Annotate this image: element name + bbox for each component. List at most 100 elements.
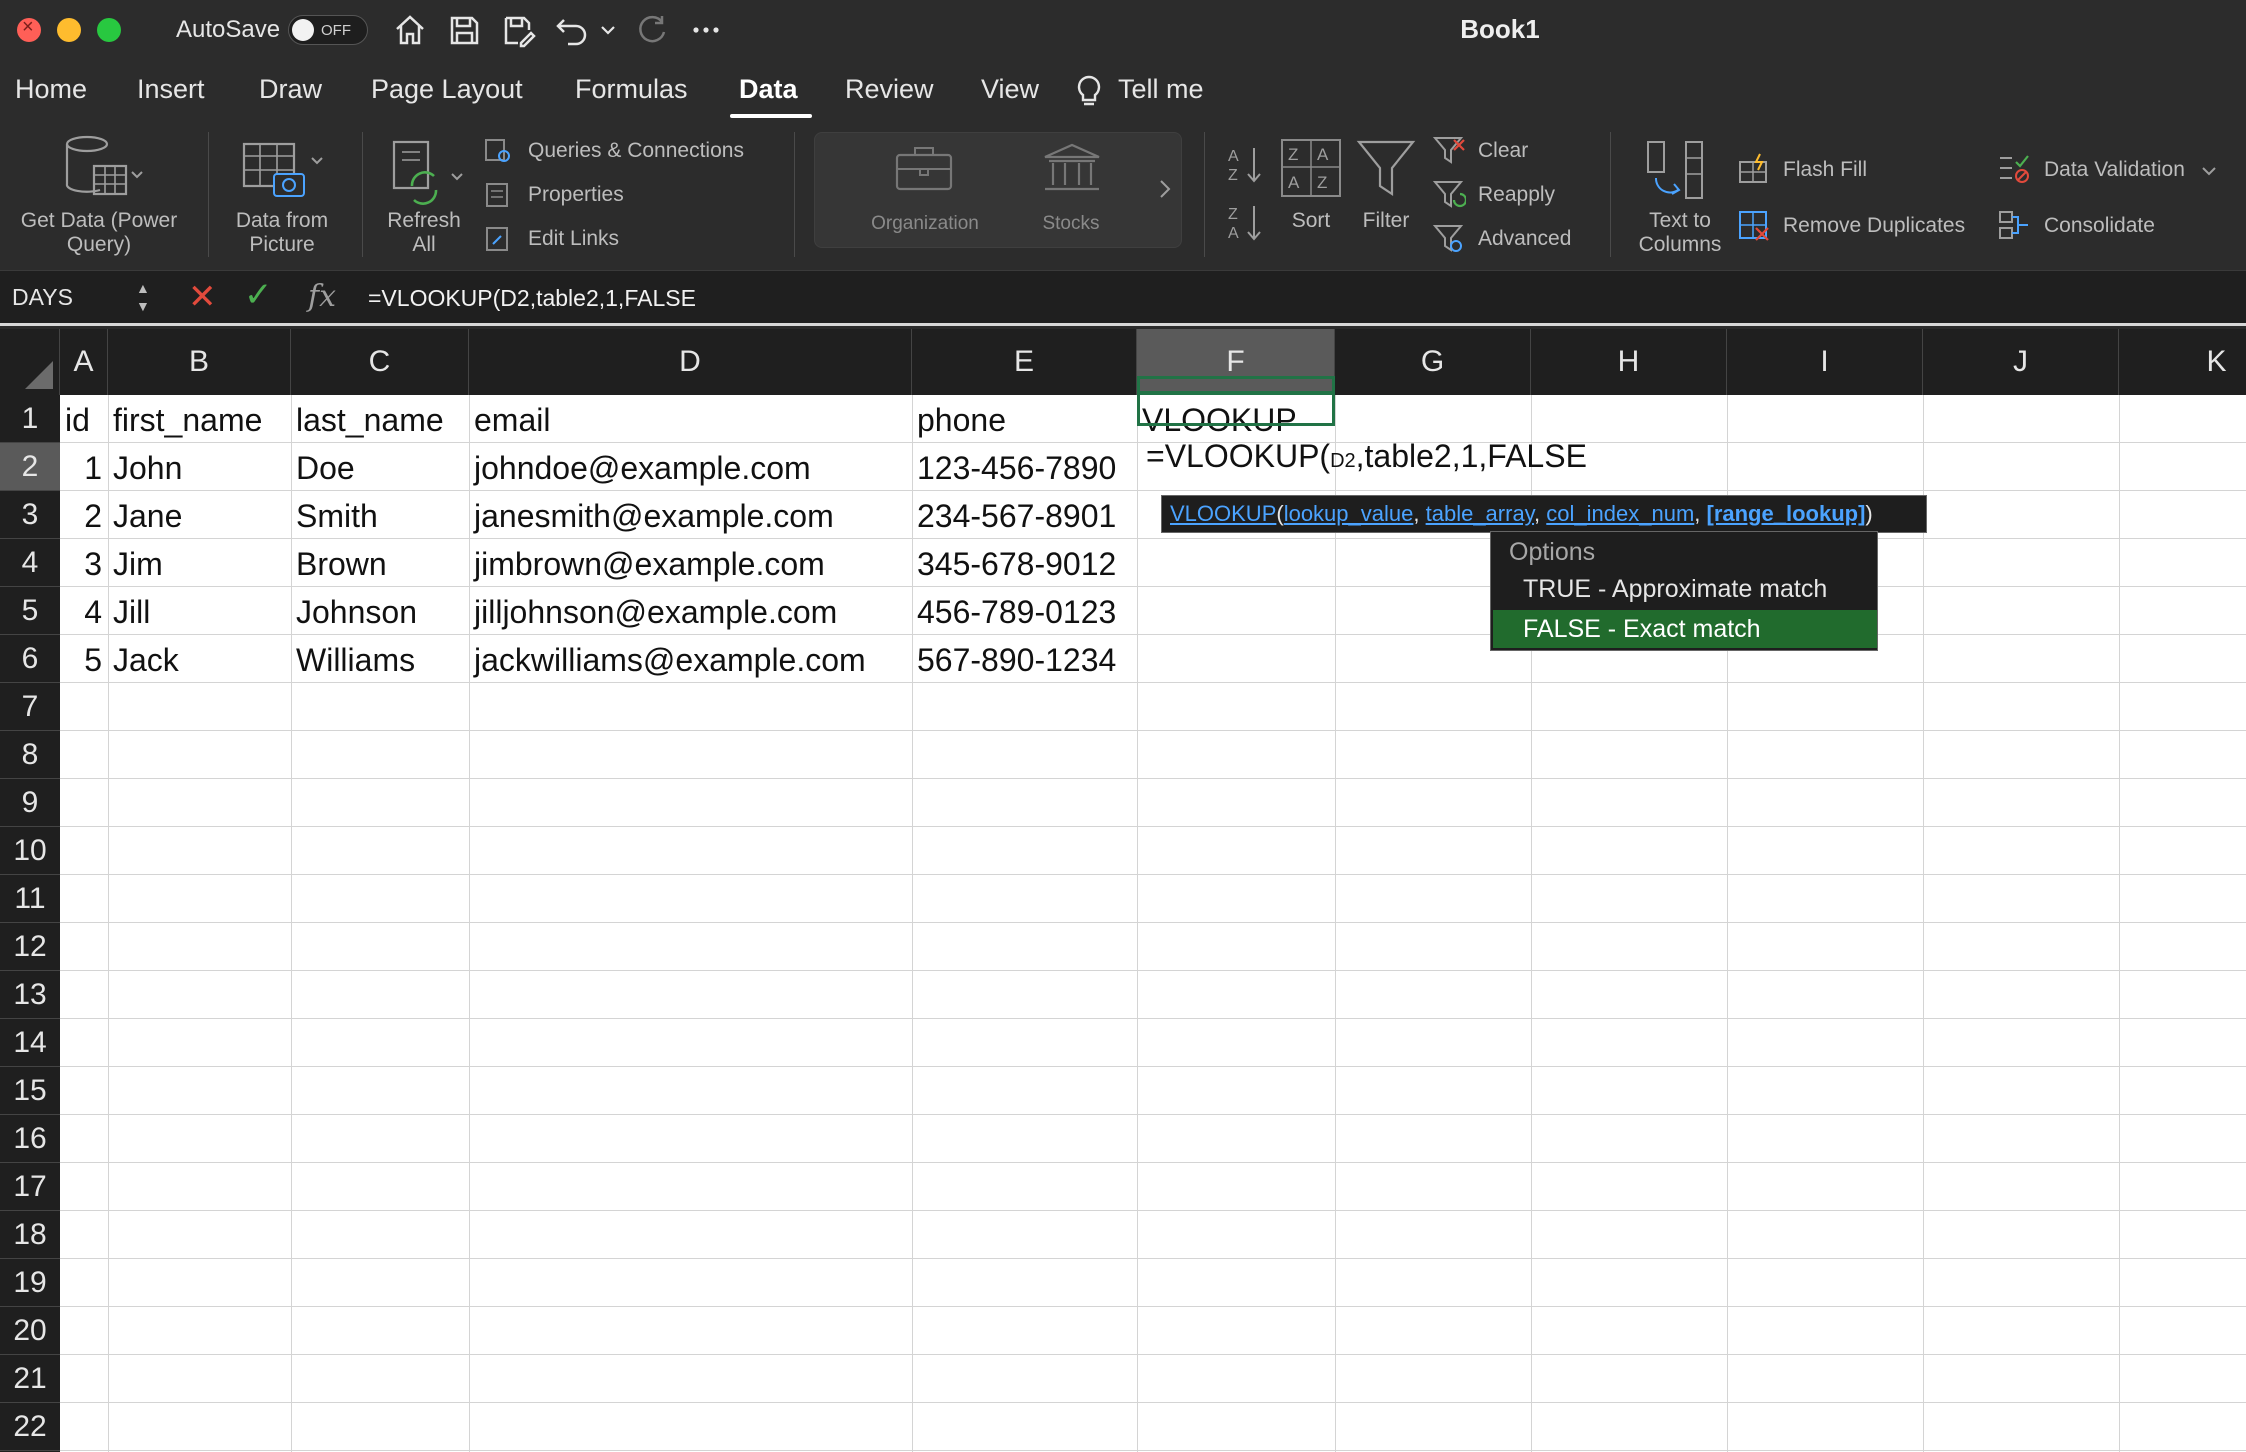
sort-ascending-icon[interactable]: AZ bbox=[1226, 144, 1266, 186]
cell-e1[interactable]: phone bbox=[912, 395, 1137, 443]
row-header-14[interactable]: 14 bbox=[0, 1019, 60, 1067]
row-header-16[interactable]: 16 bbox=[0, 1115, 60, 1163]
column-header-i[interactable]: I bbox=[1727, 329, 1923, 395]
row-header-13[interactable]: 13 bbox=[0, 971, 60, 1019]
properties-button[interactable]: Properties bbox=[528, 183, 624, 207]
cell-e2[interactable]: 123-456-7890 bbox=[912, 443, 1137, 491]
tell-me-search[interactable]: Tell me bbox=[1118, 74, 1204, 105]
row-header-7[interactable]: 7 bbox=[0, 683, 60, 731]
cell-c3[interactable]: Smith bbox=[291, 491, 469, 539]
chevron-right-icon[interactable] bbox=[1157, 177, 1173, 201]
zoom-window-button[interactable] bbox=[97, 18, 121, 42]
row-header-19[interactable]: 19 bbox=[0, 1259, 60, 1307]
tab-page-layout[interactable]: Page Layout bbox=[371, 74, 523, 105]
column-header-e[interactable]: E bbox=[912, 329, 1137, 395]
cell-area[interactable]: id first_name last_name email phone VLOO… bbox=[60, 395, 2246, 1452]
minimize-window-button[interactable] bbox=[57, 18, 81, 42]
save-icon[interactable] bbox=[446, 12, 482, 48]
consolidate-button[interactable]: Consolidate bbox=[2044, 214, 2155, 238]
tab-review[interactable]: Review bbox=[845, 74, 934, 105]
column-header-a[interactable]: A bbox=[60, 329, 108, 395]
sort-descending-icon[interactable]: ZA bbox=[1226, 202, 1266, 244]
row-header-6[interactable]: 6 bbox=[0, 635, 60, 683]
option-false-exact[interactable]: FALSE - Exact match bbox=[1493, 610, 1877, 648]
clear-button[interactable]: Clear bbox=[1478, 139, 1528, 163]
cell-b6[interactable]: Jack bbox=[108, 635, 291, 683]
tab-view[interactable]: View bbox=[981, 74, 1039, 105]
cell-d1[interactable]: email bbox=[469, 395, 912, 443]
column-header-d[interactable]: D bbox=[469, 329, 912, 395]
home-icon[interactable] bbox=[392, 12, 428, 48]
row-header-8[interactable]: 8 bbox=[0, 731, 60, 779]
cell-e6[interactable]: 567-890-1234 bbox=[912, 635, 1137, 683]
reapply-button[interactable]: Reapply bbox=[1478, 183, 1555, 207]
tooltip-arg-lookup-value[interactable]: lookup_value bbox=[1284, 501, 1414, 526]
row-header-20[interactable]: 20 bbox=[0, 1307, 60, 1355]
close-window-button[interactable] bbox=[17, 16, 41, 42]
redo-icon[interactable] bbox=[634, 12, 670, 48]
cell-c5[interactable]: Johnson bbox=[291, 587, 469, 635]
data-validation-button[interactable]: Data Validation bbox=[2044, 158, 2185, 182]
cell-c4[interactable]: Brown bbox=[291, 539, 469, 587]
tab-insert[interactable]: Insert bbox=[137, 74, 205, 105]
column-header-h[interactable]: H bbox=[1531, 329, 1727, 395]
cell-a5[interactable]: 4 bbox=[60, 587, 108, 635]
row-header-3[interactable]: 3 bbox=[0, 491, 60, 539]
column-header-c[interactable]: C bbox=[291, 329, 469, 395]
column-header-g[interactable]: G bbox=[1335, 329, 1531, 395]
tab-data[interactable]: Data bbox=[739, 74, 798, 105]
row-header-21[interactable]: 21 bbox=[0, 1355, 60, 1403]
flash-fill-button[interactable]: Flash Fill bbox=[1783, 158, 1867, 182]
undo-dropdown-icon[interactable] bbox=[598, 12, 618, 48]
cell-b4[interactable]: Jim bbox=[108, 539, 291, 587]
row-header-15[interactable]: 15 bbox=[0, 1067, 60, 1115]
cell-d3[interactable]: janesmith@example.com bbox=[469, 491, 912, 539]
data-validation-dropdown-icon[interactable] bbox=[2200, 162, 2218, 180]
column-header-k[interactable]: K bbox=[2119, 329, 2246, 395]
cell-c2[interactable]: Doe bbox=[291, 443, 469, 491]
edit-links-button[interactable]: Edit Links bbox=[528, 227, 619, 251]
column-header-b[interactable]: B bbox=[108, 329, 291, 395]
cell-b1[interactable]: first_name bbox=[108, 395, 291, 443]
select-all-button[interactable] bbox=[0, 329, 60, 395]
tab-draw[interactable]: Draw bbox=[259, 74, 322, 105]
active-cell-f2[interactable] bbox=[1137, 376, 1335, 426]
tab-formulas[interactable]: Formulas bbox=[575, 74, 688, 105]
column-header-j[interactable]: J bbox=[1923, 329, 2119, 395]
cell-a3[interactable]: 2 bbox=[60, 491, 108, 539]
formula-input[interactable]: =VLOOKUP(D2,table2,1,FALSE bbox=[368, 285, 696, 312]
row-header-9[interactable]: 9 bbox=[0, 779, 60, 827]
tooltip-arg-range-lookup[interactable]: [range_lookup] bbox=[1707, 501, 1866, 526]
option-true-approximate[interactable]: TRUE - Approximate match bbox=[1493, 570, 1877, 608]
row-header-5[interactable]: 5 bbox=[0, 587, 60, 635]
cell-a6[interactable]: 5 bbox=[60, 635, 108, 683]
row-header-18[interactable]: 18 bbox=[0, 1211, 60, 1259]
cell-d6[interactable]: jackwilliams@example.com bbox=[469, 635, 912, 683]
row-header-22[interactable]: 22 bbox=[0, 1403, 60, 1451]
row-header-17[interactable]: 17 bbox=[0, 1163, 60, 1211]
row-header-12[interactable]: 12 bbox=[0, 923, 60, 971]
row-header-1[interactable]: 1 bbox=[0, 395, 60, 443]
cell-e3[interactable]: 234-567-8901 bbox=[912, 491, 1137, 539]
cell-e5[interactable]: 456-789-0123 bbox=[912, 587, 1137, 635]
advanced-button[interactable]: Advanced bbox=[1478, 227, 1571, 251]
cell-d2[interactable]: johndoe@example.com bbox=[469, 443, 912, 491]
more-icon[interactable] bbox=[688, 12, 724, 48]
cell-d4[interactable]: jimbrown@example.com bbox=[469, 539, 912, 587]
row-header-2[interactable]: 2 bbox=[0, 443, 60, 491]
cancel-formula-icon[interactable]: ✕ bbox=[188, 277, 217, 317]
tooltip-arg-col-index-num[interactable]: col_index_num bbox=[1546, 501, 1694, 526]
confirm-formula-icon[interactable]: ✓ bbox=[244, 275, 273, 315]
undo-icon[interactable] bbox=[554, 12, 590, 48]
save-as-icon[interactable] bbox=[500, 12, 536, 48]
tooltip-arg-table-array[interactable]: table_array bbox=[1426, 501, 1534, 526]
cell-b3[interactable]: Jane bbox=[108, 491, 291, 539]
remove-duplicates-button[interactable]: Remove Duplicates bbox=[1783, 214, 1965, 238]
row-header-11[interactable]: 11 bbox=[0, 875, 60, 923]
queries-connections-button[interactable]: Queries & Connections bbox=[528, 139, 744, 163]
tab-home[interactable]: Home bbox=[15, 74, 87, 105]
cell-a2[interactable]: 1 bbox=[60, 443, 108, 491]
name-box-stepper-icon[interactable]: ▲ ▼ bbox=[136, 279, 150, 315]
name-box[interactable]: DAYS bbox=[12, 284, 73, 311]
cell-a4[interactable]: 3 bbox=[60, 539, 108, 587]
